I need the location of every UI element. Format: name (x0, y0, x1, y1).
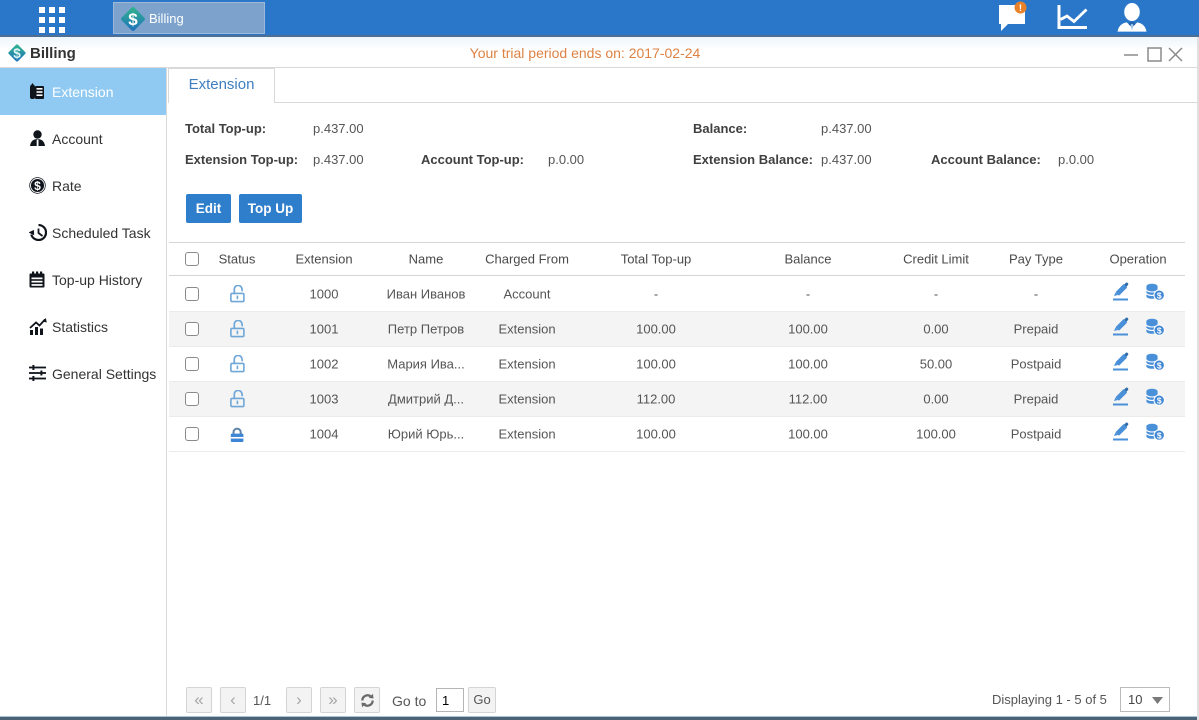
svg-text:!: ! (1019, 3, 1022, 14)
svg-text:$: $ (1157, 325, 1162, 335)
svg-text:$: $ (128, 10, 138, 29)
svg-text:$: $ (1157, 395, 1162, 405)
svg-text:$: $ (34, 179, 41, 193)
svg-text:$: $ (1157, 290, 1162, 300)
svg-text:$: $ (1157, 360, 1162, 370)
svg-text:$: $ (1157, 430, 1162, 440)
